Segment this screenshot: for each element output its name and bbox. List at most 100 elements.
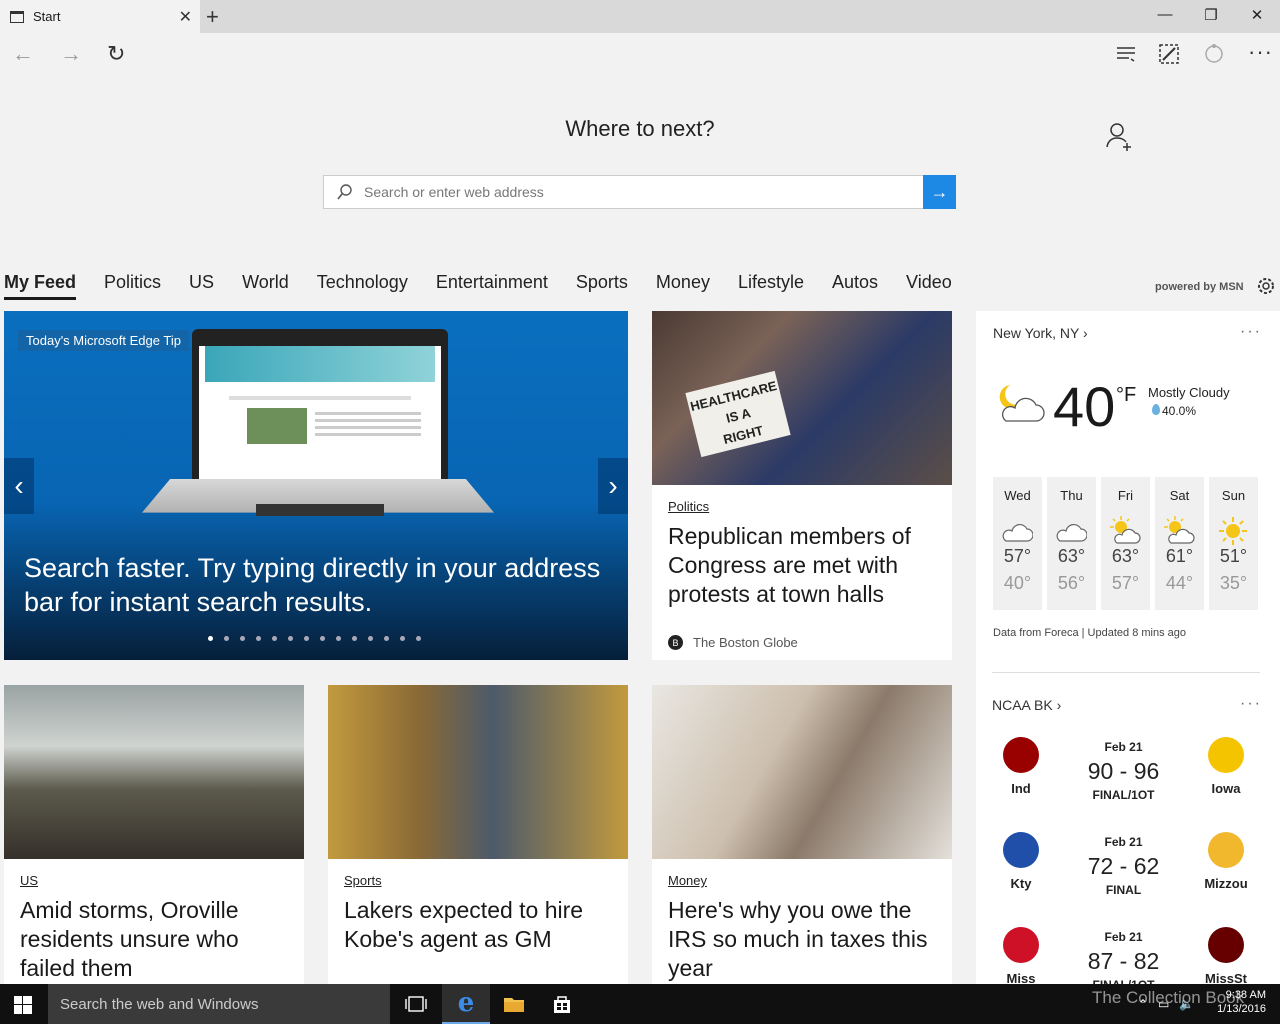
card-source[interactable]: B The Boston Globe [668,635,798,650]
forecast-day[interactable]: Sat 61° 44° [1155,477,1204,610]
card-title[interactable]: Amid storms, Oroville residents unsure w… [20,896,288,983]
home-team[interactable]: Ind [986,737,1056,796]
carousel-dot[interactable] [288,636,293,641]
taskbar-search[interactable]: Search the web and Windows [48,984,390,1024]
news-card[interactable]: HEALTHCARE IS A RIGHT Politics Republican … [652,311,952,660]
carousel-dot[interactable] [240,636,245,641]
refresh-icon[interactable]: ↻ [107,41,125,67]
away-team[interactable]: Mizzou [1191,832,1261,891]
tab-video[interactable]: Video [906,272,952,300]
home-team[interactable]: Miss [986,927,1056,986]
hub-icon[interactable] [1114,42,1138,66]
forecast-day-label: Fri [1117,488,1134,503]
news-card[interactable]: US Amid storms, Oroville residents unsur… [4,685,304,984]
ncaa-title[interactable]: NCAA BK › [992,697,1061,713]
carousel-dot[interactable] [224,636,229,641]
tab-sports[interactable]: Sports [576,272,628,300]
web-note-icon[interactable] [1157,42,1181,66]
forward-icon[interactable]: → [60,41,82,67]
forecast-day[interactable]: Thu 63° 56° [1047,477,1096,610]
hero-carousel[interactable]: Today's Microsoft Edge Tip ‹ › Search fa… [4,311,628,660]
away-team[interactable]: Iowa [1191,737,1261,796]
forecast-day[interactable]: Wed 57° 40° [993,477,1042,610]
away-team-logo-icon [1208,832,1244,868]
tab-politics[interactable]: Politics [104,272,161,300]
search-input[interactable] [364,184,884,200]
share-icon[interactable] [1202,42,1226,66]
home-team[interactable]: Kty [986,832,1056,891]
back-icon[interactable]: ← [12,41,34,67]
weather-more-icon[interactable]: ··· [1240,323,1262,341]
temperature-unit[interactable]: °F [1116,384,1136,407]
game-score-row[interactable]: Ind Feb 21 90 - 96 FINAL/1OT Iowa [976,731,1280,821]
carousel-dot[interactable] [304,636,309,641]
card-category[interactable]: Sports [344,873,612,888]
minimize-button[interactable]: — [1142,6,1188,23]
card-title[interactable]: Republican members of Congress are met w… [668,522,936,609]
tab-autos[interactable]: Autos [832,272,878,300]
carousel-dot[interactable] [352,636,357,641]
carousel-next-button[interactable]: › [598,458,628,514]
source-name: The Boston Globe [693,635,798,650]
forecast-day-label: Thu [1060,488,1083,503]
forecast-day[interactable]: Sun 51° 35° [1209,477,1258,610]
tab-my-feed[interactable]: My Feed [4,272,77,300]
carousel-dot[interactable] [416,636,421,641]
news-card[interactable]: Money Here's why you owe the IRS so much… [652,685,952,984]
card-title[interactable]: Here's why you owe the IRS so much in ta… [668,896,936,983]
carousel-dot[interactable] [400,636,405,641]
tab-lifestyle[interactable]: Lifestyle [738,272,804,300]
forecast-day[interactable]: Fri 63° 57° [1101,477,1150,610]
home-team-logo-icon [1003,927,1039,963]
edge-icon[interactable]: e [442,984,490,1024]
new-tab-button[interactable]: + [206,4,219,30]
card-title[interactable]: Lakers expected to hire Kobe's agent as … [344,896,612,954]
toolbar: ← → ↻ ··· [0,33,1280,78]
carousel-dot[interactable] [272,636,277,641]
carousel-dot[interactable] [320,636,325,641]
cloudy-icon [1001,515,1034,552]
more-icon[interactable]: ··· [1248,39,1273,65]
carousel-dot[interactable] [384,636,389,641]
tab-start[interactable]: Start ✕ [0,0,200,33]
game-score-row[interactable]: Kty Feb 21 72 - 62 FINAL Mizzou [976,826,1280,916]
forecast-low: 56° [1057,573,1086,593]
hero-title[interactable]: Search faster. Try typing directly in yo… [24,551,614,619]
game-date: Feb 21 [1104,930,1143,944]
add-person-icon[interactable] [1105,121,1135,151]
category-nav: My Feed Politics US World Technology Ent… [0,272,980,300]
close-tab-icon[interactable]: ✕ [179,7,192,27]
search-icon [337,184,352,200]
carousel-prev-button[interactable]: ‹ [4,458,34,514]
divider [992,672,1260,673]
away-team-logo-icon [1208,737,1244,773]
carousel-dot[interactable] [336,636,341,641]
tab-entertainment[interactable]: Entertainment [436,272,548,300]
gear-icon[interactable] [1256,276,1276,296]
carousel-dot[interactable] [256,636,261,641]
windows-start-icon[interactable] [14,996,32,1014]
card-category[interactable]: Politics [668,499,936,514]
task-view-icon[interactable] [392,984,440,1024]
file-explorer-icon[interactable] [490,984,538,1024]
home-team-logo-icon [1003,832,1039,868]
weather-location[interactable]: New York, NY › [993,325,1088,341]
tab-world[interactable]: World [242,272,289,300]
store-icon[interactable] [538,984,586,1024]
tab-technology[interactable]: Technology [317,272,408,300]
carousel-dot[interactable] [368,636,373,641]
news-card[interactable]: Sports Lakers expected to hire Kobe's ag… [328,685,628,984]
current-temperature: 40 [1053,375,1116,438]
card-category[interactable]: US [20,873,288,888]
tab-money[interactable]: Money [656,272,710,300]
close-window-button[interactable]: ✕ [1234,6,1280,24]
protest-photo: HEALTHCARE IS A RIGHT [652,311,952,485]
game-status: FINAL [1105,883,1142,897]
card-category[interactable]: Money [668,873,936,888]
away-team[interactable]: MissSt [1191,927,1261,986]
ncaa-more-icon[interactable]: ··· [1240,695,1262,713]
carousel-dot[interactable] [208,636,213,641]
search-go-button[interactable]: → [923,175,956,209]
tab-us[interactable]: US [189,272,214,300]
restore-button[interactable]: ❐ [1188,6,1234,24]
